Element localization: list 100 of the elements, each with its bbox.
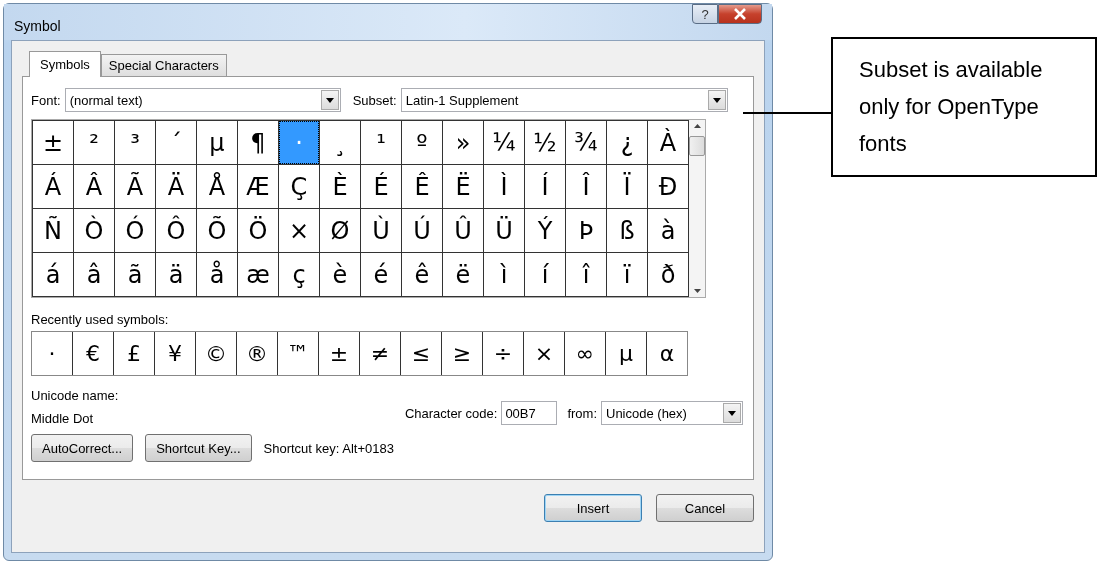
symbol-cell[interactable]: ï [607,253,647,296]
symbol-cell[interactable]: ¿ [607,121,647,164]
recent-symbol-cell[interactable]: € [73,332,113,375]
symbol-cell[interactable]: à [648,209,688,252]
scroll-up-icon [693,124,701,128]
symbol-cell[interactable]: Ê [402,165,442,208]
symbol-cell[interactable]: ß [607,209,647,252]
symbol-cell[interactable]: º [402,121,442,164]
scroll-down-icon [693,289,701,293]
recent-symbol-cell[interactable]: · [32,332,72,375]
symbol-cell[interactable]: Û [443,209,483,252]
recent-symbol-cell[interactable]: © [196,332,236,375]
symbol-cell[interactable]: Õ [197,209,237,252]
symbol-cell[interactable]: Ú [402,209,442,252]
symbol-cell[interactable]: Ù [361,209,401,252]
symbol-cell[interactable]: É [361,165,401,208]
tab[interactable]: Symbols [29,51,101,77]
symbol-cell[interactable]: µ [197,121,237,164]
symbol-cell[interactable]: Æ [238,165,278,208]
dialog-button[interactable]: Cancel [656,494,754,522]
scroll-thumb[interactable] [689,136,705,156]
unicode-name-label: Unicode name: [31,388,119,403]
character-code-field[interactable]: 00B7 [501,401,558,425]
recent-symbol-cell[interactable]: ÷ [483,332,523,375]
symbol-cell[interactable]: Ô [156,209,196,252]
symbol-cell[interactable]: ì [484,253,524,296]
action-button[interactable]: AutoCorrect... [31,434,134,462]
help-button[interactable]: ? [692,4,718,24]
recent-symbol-cell[interactable]: ≠ [360,332,400,375]
symbol-cell[interactable]: Í [525,165,565,208]
symbol-cell[interactable]: ± [33,121,73,164]
symbol-cell[interactable]: ½ [525,121,565,164]
symbol-cell[interactable]: Ö [238,209,278,252]
symbol-cell[interactable]: Î [566,165,606,208]
symbol-cell[interactable]: Ç [279,165,319,208]
subset-dropdown[interactable]: Latin-1 Supplement [400,88,728,112]
symbol-cell[interactable]: î [566,253,606,296]
symbol-cell[interactable]: í [525,253,565,296]
recent-symbol-cell[interactable]: ∞ [565,332,605,375]
recent-symbol-cell[interactable]: α [647,332,687,375]
symbol-cell[interactable]: Ñ [33,209,73,252]
symbol-cell[interactable]: Ã [115,165,155,208]
symbol-cell[interactable]: È [320,165,360,208]
symbol-cell[interactable]: ç [279,253,319,296]
symbol-cell[interactable]: Ø [320,209,360,252]
recent-symbol-cell[interactable]: ± [319,332,359,375]
symbol-cell[interactable]: ¶ [238,121,278,164]
symbol-cell[interactable]: ä [156,253,196,296]
symbol-cell[interactable]: Å [197,165,237,208]
symbol-cell[interactable]: é [361,253,401,296]
symbol-cell[interactable]: ð [648,253,688,296]
from-dropdown[interactable]: Unicode (hex) [601,401,743,425]
symbol-cell[interactable]: ¼ [484,121,524,164]
symbol-cell[interactable]: å [197,253,237,296]
symbol-cell[interactable]: Á [33,165,73,208]
scrollbar[interactable] [689,120,705,297]
recent-symbol-cell[interactable]: × [524,332,564,375]
recent-symbol-cell[interactable]: £ [114,332,154,375]
symbol-cell[interactable]: Ò [74,209,114,252]
symbol-cell[interactable]: Ä [156,165,196,208]
symbol-cell[interactable]: » [443,121,483,164]
symbol-cell[interactable]: Ü [484,209,524,252]
symbol-cell[interactable]: Ý [525,209,565,252]
close-button[interactable] [718,4,762,24]
symbol-cell[interactable]: ¾ [566,121,606,164]
symbol-cell[interactable]: â [74,253,114,296]
symbol-cell[interactable]: Ð [648,165,688,208]
symbol-cell[interactable]: ë [443,253,483,296]
symbol-cell[interactable]: ã [115,253,155,296]
symbol-cell[interactable]: Ë [443,165,483,208]
tab[interactable]: Special Characters [100,54,227,76]
recent-symbol-cell[interactable]: ≤ [401,332,441,375]
symbol-cell[interactable]: Þ [566,209,606,252]
close-icon [733,8,747,20]
recent-symbol-cell[interactable]: ≥ [442,332,482,375]
recent-symbol-cell[interactable]: µ [606,332,646,375]
symbol-cell[interactable]: è [320,253,360,296]
symbol-cell[interactable]: ê [402,253,442,296]
recent-symbol-cell[interactable]: ® [237,332,277,375]
symbol-cell[interactable]: À [648,121,688,164]
symbol-cell[interactable]: á [33,253,73,296]
dialog-button[interactable]: Insert [544,494,642,522]
symbol-cell[interactable]: ³ [115,121,155,164]
symbol-cell[interactable]: ² [74,121,114,164]
symbol-cell[interactable]: Ï [607,165,647,208]
recent-symbol-cell[interactable]: ™ [278,332,318,375]
symbol-cell[interactable]: × [279,209,319,252]
dropdown-arrow-icon [728,410,736,416]
symbol-cell[interactable]: Â [74,165,114,208]
font-dropdown[interactable]: (normal text) [64,88,341,112]
symbol-cell[interactable]: ¸ [320,121,360,164]
symbol-cell[interactable]: Ì [484,165,524,208]
symbol-cell[interactable]: ¹ [361,121,401,164]
recent-symbol-cell[interactable]: ¥ [155,332,195,375]
action-button[interactable]: Shortcut Key... [145,434,252,462]
symbol-cell[interactable]: Ó [115,209,155,252]
unicode-name-value: Middle Dot [31,411,95,426]
callout-text: Subset is available only for OpenType fonts [831,37,1097,177]
symbol-cell[interactable]: æ [238,253,278,296]
symbol-cell[interactable]: ´ [156,121,196,164]
